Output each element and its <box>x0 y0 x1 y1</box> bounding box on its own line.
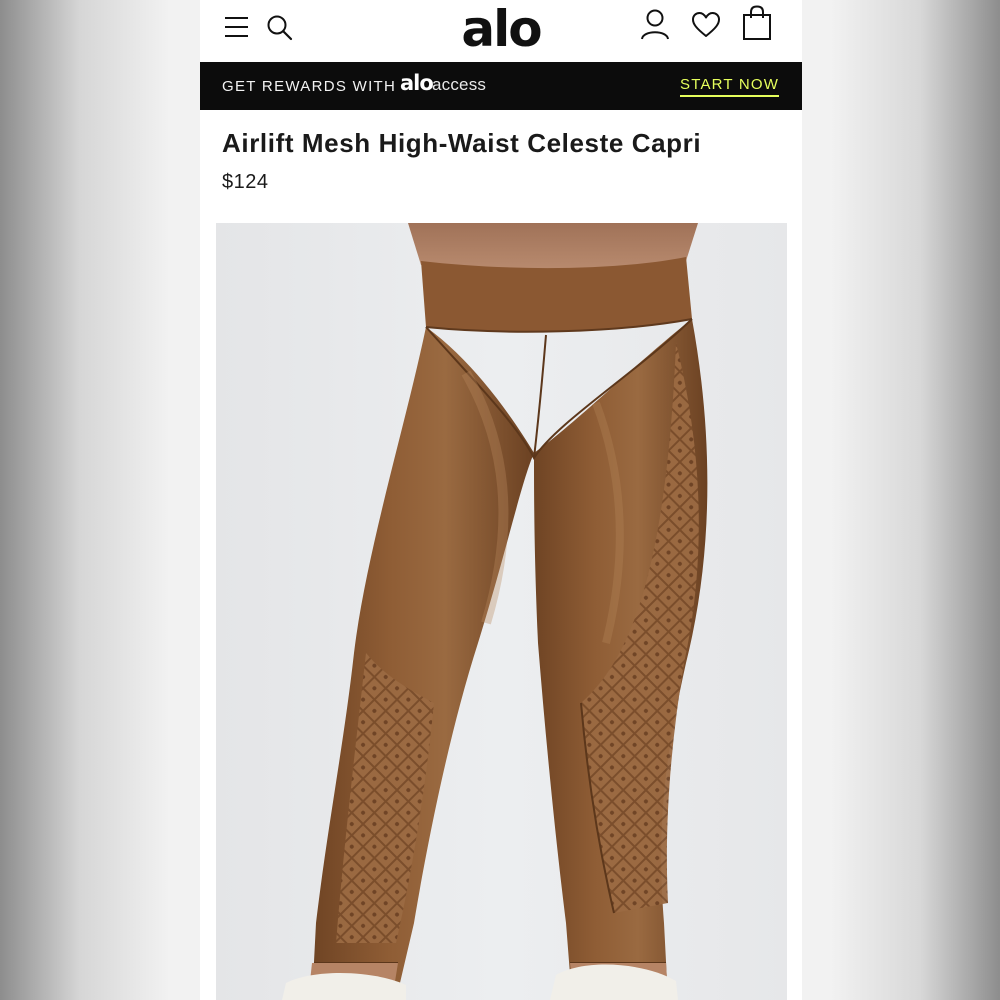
site-header: alo <box>200 0 802 62</box>
rewards-banner-text: GET REWARDS WITH <box>222 78 397 95</box>
alo-access-label: access <box>432 75 487 94</box>
hamburger-menu-icon[interactable] <box>224 14 250 40</box>
wishlist-heart-icon[interactable] <box>692 12 720 38</box>
brand-logo[interactable]: alo <box>440 0 562 58</box>
start-now-link[interactable]: START NOW <box>680 76 780 97</box>
product-image[interactable] <box>216 223 787 1000</box>
search-icon[interactable] <box>266 14 294 42</box>
rewards-banner: GET REWARDS WITH alo access START NOW <box>200 62 802 110</box>
product-title: Airlift Mesh High-Waist Celeste Capri <box>222 128 702 158</box>
mobile-page: alo GET REWARDS WITH alo access START NO… <box>200 0 802 1000</box>
account-icon[interactable] <box>640 8 670 40</box>
shopping-bag-icon[interactable] <box>742 5 772 41</box>
alo-access-logo: alo <box>400 71 434 95</box>
product-price: $124 <box>222 171 269 193</box>
